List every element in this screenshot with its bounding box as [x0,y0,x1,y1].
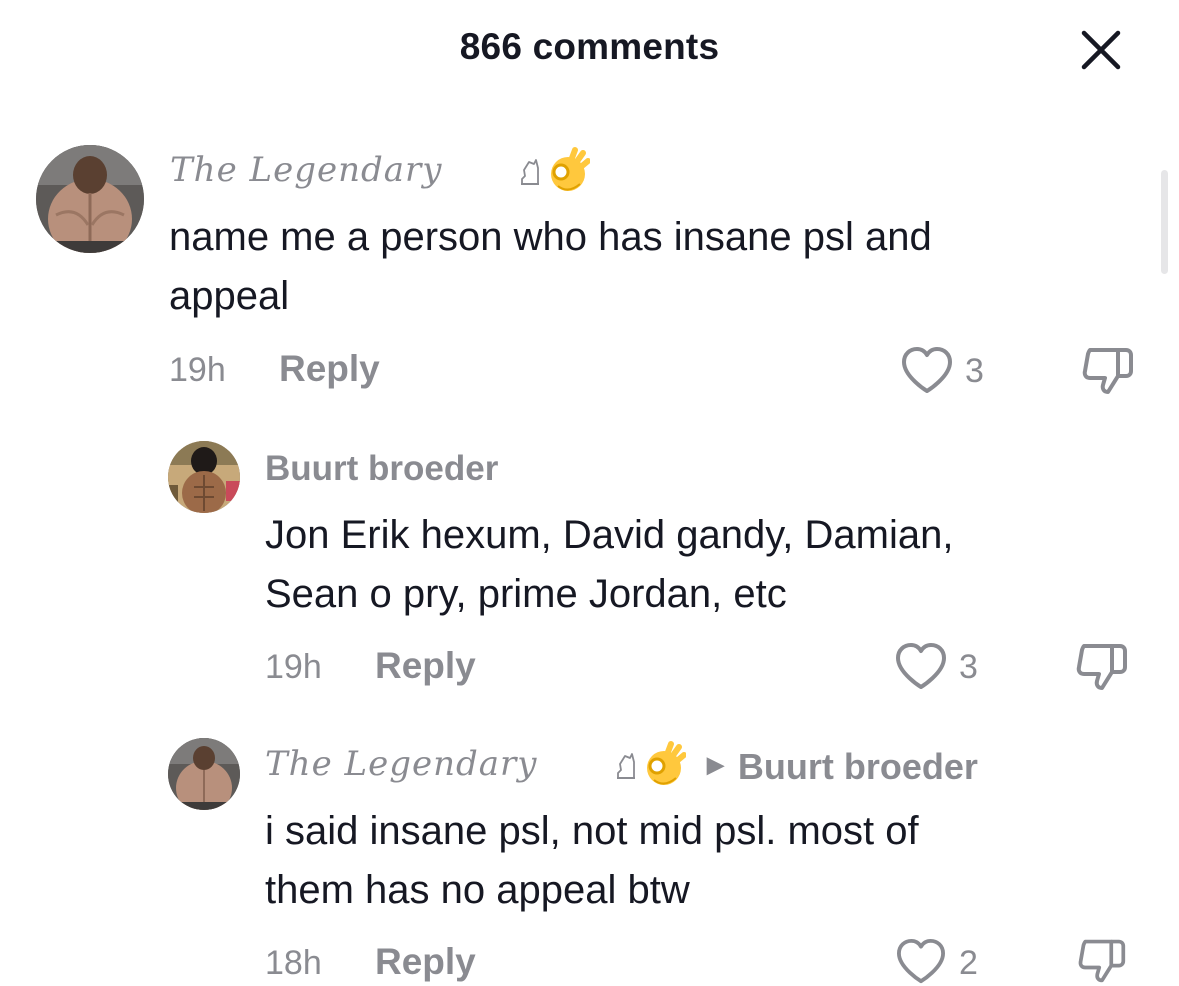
avatar-image [168,441,240,513]
avatar[interactable] [168,738,240,810]
ok-hand-emoji [647,741,687,785]
like-count: 3 [959,648,978,686]
comment-timestamp: 18h [265,944,322,982]
reply-button[interactable]: Reply [375,645,476,687]
play-arrow-icon: ▶ [707,752,724,778]
close-icon [1081,30,1121,70]
dislike-button[interactable] [1080,344,1136,403]
chess-knight-icon [617,753,635,779]
comment-timestamp: 19h [169,351,226,389]
dislike-button[interactable] [1074,640,1130,699]
user-badges [614,740,687,795]
like-button[interactable] [894,938,948,986]
heart-icon [897,938,945,984]
dislike-button[interactable] [1074,936,1130,986]
like-button[interactable] [900,346,954,401]
reply-to-username: Buurt broeder [737,746,978,787]
avatar[interactable] [36,145,144,253]
comment-timestamp: 19h [265,648,322,686]
thumbs-down-icon [1082,348,1133,394]
comment-text: name me a person who has insane psl and … [169,208,932,326]
reply-button[interactable]: Reply [279,348,380,390]
close-button[interactable] [1080,29,1122,71]
comments-count-title: 866 comments [459,26,720,67]
heart-icon [902,347,952,393]
comment-text-line: appeal [169,274,290,318]
comment-username[interactable]: The Legendary [265,744,537,784]
like-count: 3 [965,352,984,390]
comments-sheet: 866 comments The Legendary name me a per… [0,0,1179,986]
avatar-image [168,738,240,810]
avatar-image [36,145,144,253]
comment-username[interactable]: Buurt broeder [265,449,498,489]
comment-text-line: i said insane psl, not mid psl. most of [265,809,919,853]
thumbs-down-icon [1078,939,1126,983]
thumbs-down-icon [1076,644,1127,690]
like-count: 2 [959,944,978,982]
like-button[interactable] [894,642,948,697]
comment-text: Jon Erik hexum, David gandy, Damian, Sea… [265,506,953,624]
comment-username[interactable]: The Legendary [170,150,442,190]
avatar[interactable] [168,441,240,513]
reply-to-user[interactable]: ▶ Buurt broeder [707,746,978,788]
heart-icon [896,643,946,689]
ok-hand-emoji [551,147,591,191]
reply-button[interactable]: Reply [375,941,476,983]
comment-text-line: them has no appeal btw [265,868,690,912]
comment-text-line: Jon Erik hexum, David gandy, Damian, [265,513,954,557]
comment-text-line: name me a person who has insane psl and [169,215,932,259]
chess-knight-icon [521,159,539,185]
comment-text: i said insane psl, not mid psl. most of … [265,802,919,920]
user-badges [518,146,591,201]
comment-text-line: Sean o pry, prime Jordan, etc [265,572,787,616]
scrollbar[interactable] [1161,170,1168,274]
